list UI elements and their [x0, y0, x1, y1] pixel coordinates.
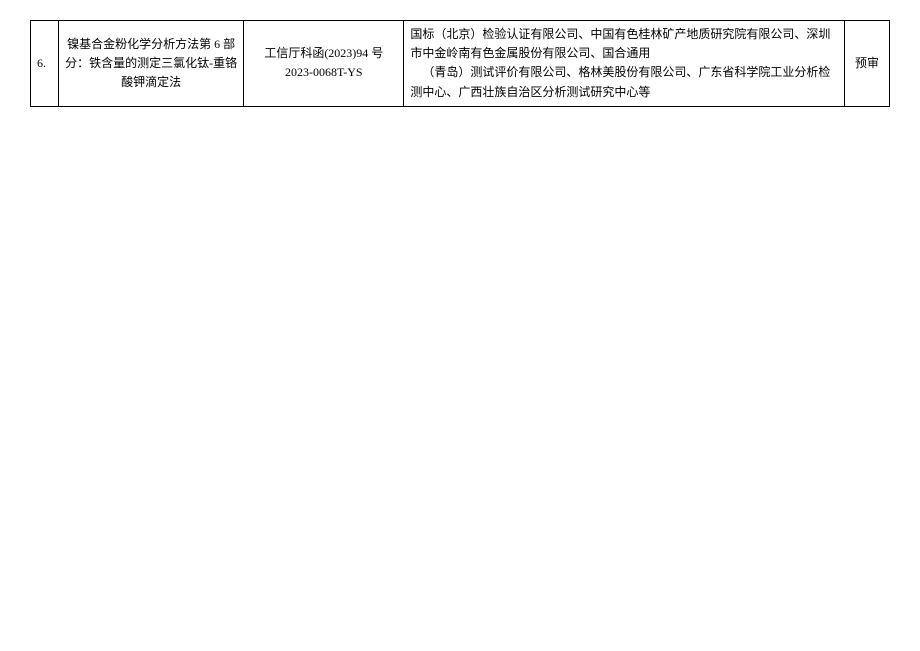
row-index: 6. — [37, 56, 46, 70]
row-reference-cell: 工信厅科函(2023)94 号 2023-0068T-YS — [244, 21, 404, 107]
row-title: 镍基合金粉化学分析方法第 6 部分：铁含量的测定三氯化钛-重铬酸钾滴定法 — [65, 37, 237, 89]
row-reference: 工信厅科函(2023)94 号 2023-0068T-YS — [264, 46, 383, 79]
row-status: 预审 — [855, 56, 879, 70]
row-organizations-cell: 国标（北京）检验认证有限公司、中国有色桂林矿产地质研究院有限公司、深圳市中金岭南… — [404, 21, 845, 107]
row-organizations-line1: 国标（北京）检验认证有限公司、中国有色桂林矿产地质研究院有限公司、深圳市中金岭南… — [410, 27, 830, 60]
row-status-cell: 预审 — [844, 21, 889, 107]
row-index-cell: 6. — [31, 21, 59, 107]
row-organizations-line2: （青岛）测试评价有限公司、格林美股份有限公司、广东省科学院工业分析检测中心、广西… — [410, 63, 838, 101]
row-title-cell: 镍基合金粉化学分析方法第 6 部分：铁含量的测定三氯化钛-重铬酸钾滴定法 — [59, 21, 244, 107]
document-table: 6. 镍基合金粉化学分析方法第 6 部分：铁含量的测定三氯化钛-重铬酸钾滴定法 … — [30, 20, 890, 107]
table-row: 6. 镍基合金粉化学分析方法第 6 部分：铁含量的测定三氯化钛-重铬酸钾滴定法 … — [31, 21, 890, 107]
